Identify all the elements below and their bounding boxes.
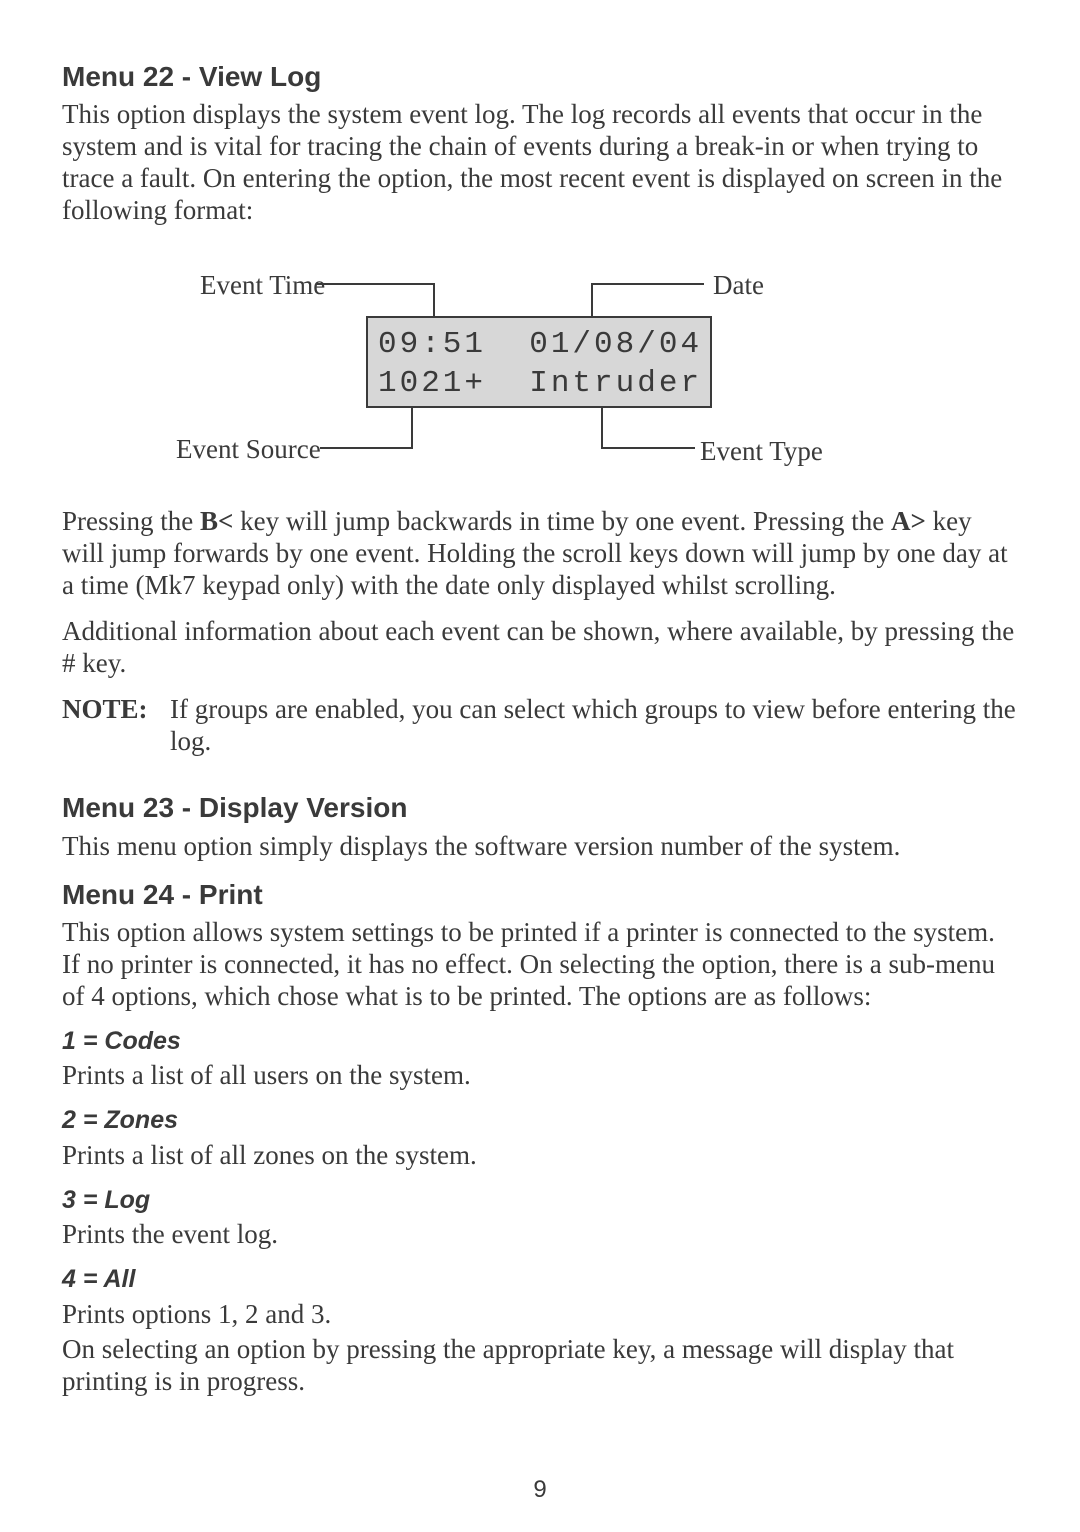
- lcd-line-2: 1021+ Intruder: [378, 366, 702, 401]
- paragraph: Prints the event log.: [62, 1219, 1018, 1251]
- page-number: 9: [0, 1476, 1080, 1504]
- paragraph: This menu option simply displays the sof…: [62, 831, 1018, 863]
- paragraph: Prints a list of all users on the system…: [62, 1060, 1018, 1092]
- subheading-option-1: 1 = Codes: [62, 1027, 1018, 1057]
- paragraph: This option displays the system event lo…: [62, 99, 1018, 226]
- text: Pressing the: [62, 506, 200, 536]
- key-a-forward: A>: [891, 506, 926, 536]
- key-b-back: B<: [200, 506, 233, 536]
- subheading-option-2: 2 = Zones: [62, 1106, 1018, 1136]
- heading-menu-22: Menu 22 - View Log: [62, 60, 1018, 93]
- lcd-display: 09:51 01/08/04 1021+ Intruder: [366, 316, 712, 408]
- log-format-diagram: 09:51 01/08/04 1021+ Intruder Event Time…: [122, 256, 942, 476]
- text: key will jump backwards in time by one e…: [233, 506, 891, 536]
- paragraph: Pressing the B< key will jump backwards …: [62, 506, 1018, 602]
- paragraph: Additional information about each event …: [62, 616, 1018, 680]
- label-event-type: Event Type: [700, 436, 823, 468]
- note-row: NOTE: If groups are enabled, you can sel…: [62, 694, 1018, 758]
- subheading-option-4: 4 = All: [62, 1265, 1018, 1295]
- paragraph: Prints a list of all zones on the system…: [62, 1140, 1018, 1172]
- note-label: NOTE:: [62, 694, 170, 758]
- label-event-source: Event Source: [176, 434, 321, 466]
- lcd-line-1: 09:51 01/08/04: [378, 327, 702, 362]
- note-text: If groups are enabled, you can select wh…: [170, 694, 1018, 758]
- subheading-option-3: 3 = Log: [62, 1186, 1018, 1216]
- paragraph: Prints options 1, 2 and 3.: [62, 1299, 1018, 1331]
- label-date: Date: [713, 270, 764, 302]
- paragraph: This option allows system settings to be…: [62, 917, 1018, 1013]
- heading-menu-24: Menu 24 - Print: [62, 878, 1018, 911]
- document-page: Menu 22 - View Log This option displays …: [0, 0, 1080, 1532]
- paragraph: On selecting an option by pressing the a…: [62, 1334, 1018, 1398]
- heading-menu-23: Menu 23 - Display Version: [62, 791, 1018, 824]
- label-event-time: Event Time: [200, 270, 325, 302]
